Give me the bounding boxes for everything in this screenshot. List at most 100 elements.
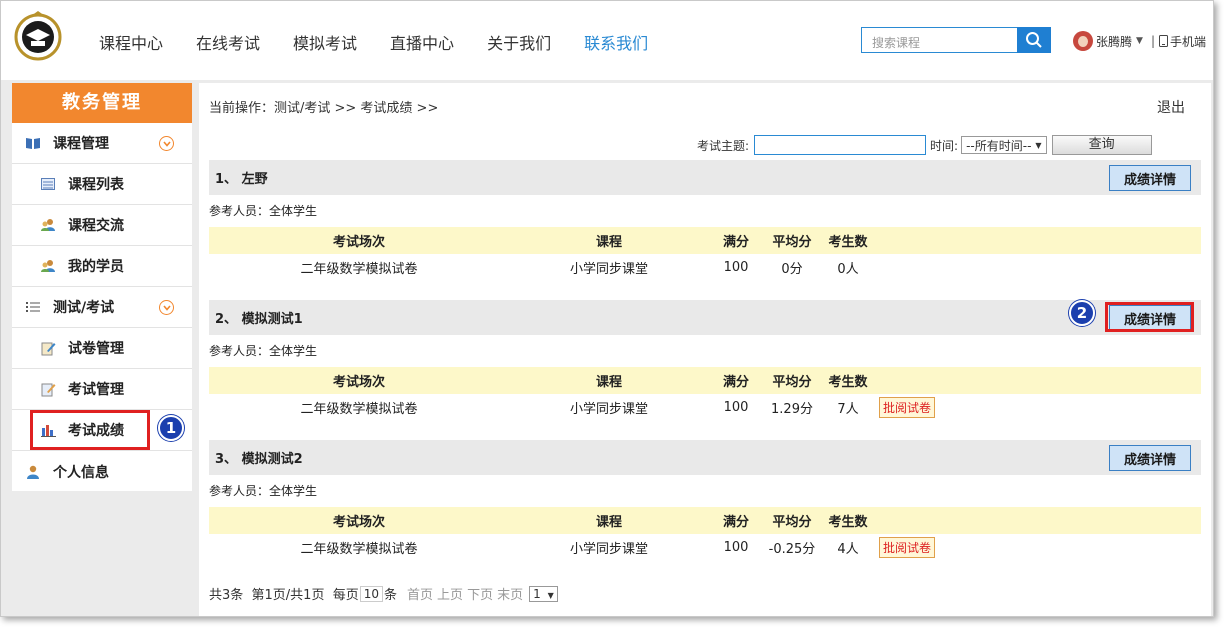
course-search: 搜索课程 bbox=[861, 27, 1051, 53]
query-button[interactable]: 查询 bbox=[1051, 135, 1152, 155]
step-badge-2: 2 bbox=[1069, 300, 1095, 326]
prev-page-link[interactable]: 上页 bbox=[437, 584, 463, 603]
table-cell: 4人 bbox=[837, 542, 859, 557]
user-name[interactable]: 张腾腾 bbox=[1096, 33, 1132, 50]
time-select[interactable]: --所有时间-- ▼ bbox=[961, 136, 1047, 154]
sidebar-title: 教务管理 bbox=[12, 83, 192, 123]
school-logo[interactable] bbox=[14, 11, 62, 61]
chevron-down-icon[interactable] bbox=[159, 136, 174, 151]
time-label: 时间: bbox=[930, 138, 959, 153]
column-header: 课程 bbox=[509, 227, 709, 254]
column-header: 满分 bbox=[709, 227, 763, 254]
time-select-value: --所有时间-- bbox=[966, 138, 1032, 153]
sidebar-item-label: 课程管理 bbox=[53, 136, 109, 152]
column-header bbox=[875, 227, 1201, 254]
nav-course-center[interactable]: 课程中心 bbox=[99, 30, 163, 54]
nav-online-exam[interactable]: 在线考试 bbox=[196, 30, 260, 54]
first-page-link[interactable]: 首页 bbox=[407, 584, 433, 603]
sidebar-item-tests-exams[interactable]: 测试/考试 bbox=[12, 287, 192, 328]
column-header: 考生数 bbox=[821, 507, 875, 534]
table-cell: -0.25分 bbox=[768, 542, 816, 557]
search-input[interactable]: 搜索课程 bbox=[861, 27, 1017, 53]
nav-live-center[interactable]: 直播中心 bbox=[390, 30, 454, 54]
search-icon bbox=[1026, 32, 1042, 48]
user-menu: 张腾腾 ▼ | 手机端 bbox=[1073, 31, 1206, 51]
table-cell: 100 bbox=[723, 540, 749, 555]
participants: 参考人员：全体学生 bbox=[209, 484, 318, 498]
app-window: 课程中心 在线考试 模拟考试 直播中心 关于我们 联系我们 搜索课程 张腾腾 ▼… bbox=[0, 0, 1214, 617]
exam-block: 3、 模拟测试2 成绩详情 参考人员：全体学生 考试场次 课程 满分 平均分 考… bbox=[209, 440, 1201, 561]
sidebar-item-label: 个人信息 bbox=[53, 464, 109, 481]
grade-papers-button[interactable]: 批阅试卷 bbox=[879, 397, 936, 418]
exam-table: 考试场次 课程 满分 平均分 考生数 二年级数学模拟试卷 小学同步课堂 100 … bbox=[209, 367, 1201, 421]
column-header: 满分 bbox=[709, 507, 763, 534]
table-cell: 100 bbox=[723, 260, 749, 275]
per-page-input[interactable]: 10 bbox=[359, 585, 384, 602]
breadcrumb: 当前操作：测试/考试 >> 考试成绩 >> bbox=[209, 101, 439, 116]
sidebar-item-paper-management[interactable]: 试卷管理 bbox=[12, 328, 192, 369]
nav-mock-exam[interactable]: 模拟考试 bbox=[293, 30, 357, 54]
nav-contact-us[interactable]: 联系我们 bbox=[584, 30, 648, 54]
exam-block: 1、 左野 成绩详情 参考人员：全体学生 考试场次 课程 满分 平均分 考生数 … bbox=[209, 160, 1201, 281]
sidebar-item-my-students[interactable]: 我的学员 bbox=[12, 246, 192, 287]
topic-input[interactable] bbox=[754, 135, 927, 155]
filter-bar: 考试主题: 时间: --所有时间-- ▼ 查询 bbox=[697, 135, 1152, 155]
sidebar-item-exam-management[interactable]: 考试管理 bbox=[12, 369, 192, 410]
column-header: 考试场次 bbox=[209, 507, 509, 534]
caret-down-icon[interactable]: ▼ bbox=[1136, 36, 1143, 46]
sidebar-item-course-list[interactable]: 课程列表 bbox=[12, 164, 192, 205]
per-page-unit: 条 bbox=[384, 588, 398, 603]
exam-header: 3、 模拟测试2 成绩详情 bbox=[209, 440, 1201, 475]
exam-title: 1、 左野 bbox=[215, 172, 268, 187]
top-header: 课程中心 在线考试 模拟考试 直播中心 关于我们 联系我们 搜索课程 张腾腾 ▼… bbox=[1, 1, 1213, 80]
exam-header: 1、 左野 成绩详情 bbox=[209, 160, 1201, 195]
column-header bbox=[875, 507, 1201, 534]
column-header bbox=[875, 367, 1201, 394]
table-cell: 二年级数学模拟试卷 bbox=[300, 402, 418, 417]
table-row: 二年级数学模拟试卷 小学同步课堂 100 -0.25分 4人 批阅试卷 bbox=[209, 534, 1201, 561]
table-cell: 0分 bbox=[781, 262, 803, 277]
table-header-row: 考试场次 课程 满分 平均分 考生数 bbox=[209, 507, 1201, 534]
column-header: 考生数 bbox=[821, 227, 875, 254]
avatar[interactable] bbox=[1073, 31, 1093, 51]
users-icon bbox=[40, 217, 56, 233]
table-cell: 二年级数学模拟试卷 bbox=[300, 542, 418, 557]
mobile-link[interactable]: 手机端 bbox=[1170, 33, 1206, 50]
table-cell: 小学同步课堂 bbox=[569, 262, 648, 277]
bullet-list-icon bbox=[25, 299, 41, 315]
logout-link[interactable]: 退出 bbox=[1157, 97, 1185, 117]
column-header: 平均分 bbox=[763, 367, 821, 394]
score-detail-button[interactable]: 成绩详情 bbox=[1109, 445, 1191, 471]
main-nav: 课程中心 在线考试 模拟考试 直播中心 关于我们 联系我们 bbox=[99, 30, 681, 54]
highlight-exam-scores bbox=[30, 410, 150, 450]
step-badge-1: 1 bbox=[158, 415, 184, 441]
score-detail-button[interactable]: 成绩详情 bbox=[1109, 165, 1191, 191]
chevron-down-icon[interactable] bbox=[159, 300, 174, 315]
page-select[interactable]: 1 ▼ bbox=[529, 585, 558, 602]
column-header: 课程 bbox=[509, 507, 709, 534]
participants: 参考人员：全体学生 bbox=[209, 344, 318, 358]
divider: | bbox=[1150, 34, 1155, 48]
user-icon bbox=[25, 464, 41, 480]
users-icon bbox=[40, 258, 56, 274]
participants: 参考人员：全体学生 bbox=[209, 204, 318, 218]
sidebar-item-label: 课程列表 bbox=[68, 177, 124, 193]
sidebar-item-course-management[interactable]: 课程管理 bbox=[12, 123, 192, 164]
table-cell: 小学同步课堂 bbox=[569, 542, 648, 557]
sidebar-item-personal-info[interactable]: 个人信息 bbox=[12, 451, 192, 492]
table-header-row: 考试场次 课程 满分 平均分 考生数 bbox=[209, 227, 1201, 254]
last-page-link[interactable]: 末页 bbox=[497, 584, 523, 603]
search-button[interactable] bbox=[1017, 27, 1051, 53]
topic-label: 考试主题: bbox=[697, 138, 750, 153]
table-row: 二年级数学模拟试卷 小学同步课堂 100 1.29分 7人 批阅试卷 bbox=[209, 394, 1201, 421]
sidebar-item-course-discussion[interactable]: 课程交流 bbox=[12, 205, 192, 246]
exam-table: 考试场次 课程 满分 平均分 考生数 二年级数学模拟试卷 小学同步课堂 100 … bbox=[209, 227, 1201, 281]
table-cell: 二年级数学模拟试卷 bbox=[300, 262, 418, 277]
paper-edit-icon bbox=[40, 340, 56, 356]
next-page-link[interactable]: 下页 bbox=[467, 584, 493, 603]
pagination: 共3条 第1页/共1页 每页 10 条 首页 上页 下页 末页 1 ▼ bbox=[209, 584, 558, 603]
column-header: 课程 bbox=[509, 367, 709, 394]
caret-down-icon: ▼ bbox=[1035, 140, 1042, 150]
grade-papers-button[interactable]: 批阅试卷 bbox=[879, 537, 936, 558]
nav-about-us[interactable]: 关于我们 bbox=[487, 30, 551, 54]
